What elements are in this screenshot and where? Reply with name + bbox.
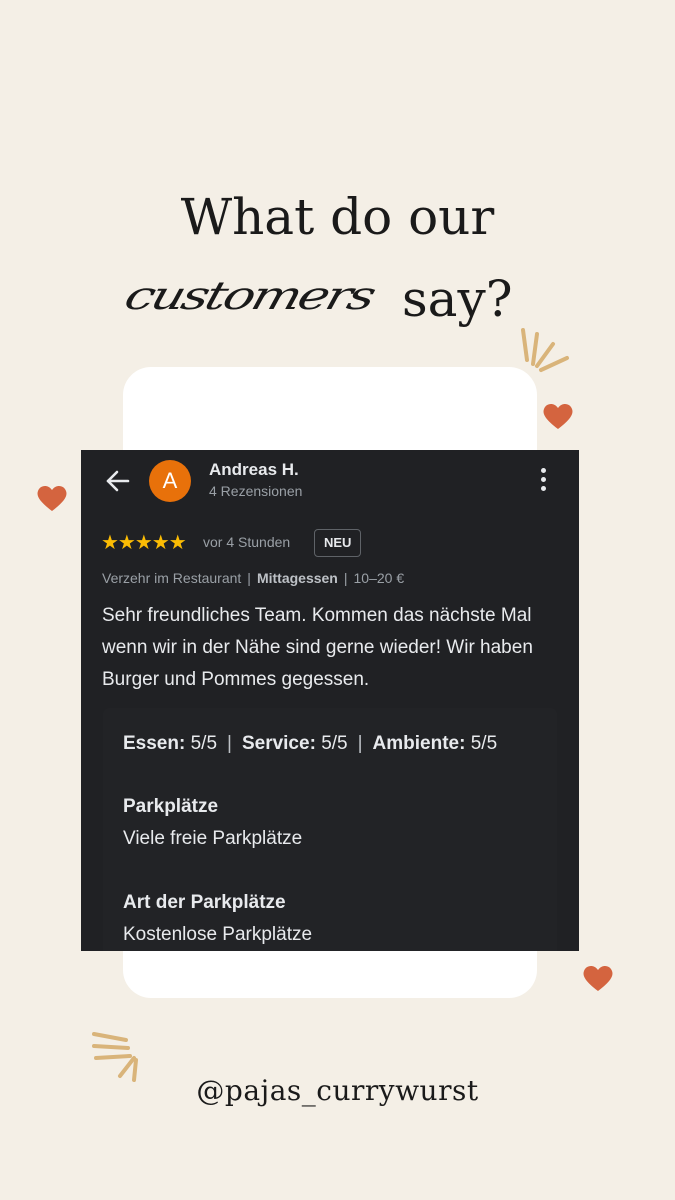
food-rating-value: 5/5 [190, 733, 218, 754]
back-arrow-icon[interactable] [105, 468, 131, 494]
price-range: 10–20 € [353, 570, 405, 586]
parking-type-value: Kostenlose Parkplätze [123, 924, 313, 945]
ambience-rating-label: Ambiente: [372, 733, 466, 754]
visit-meta: Verzehr im Restaurant | Mittagessen | 10–20 … [102, 570, 405, 586]
visit-type: Verzehr im Restaurant [102, 570, 242, 586]
avatar[interactable]: A [149, 460, 191, 502]
parking-label: Parkplätze [123, 796, 219, 817]
new-badge: NEU [314, 529, 362, 557]
review-text: Sehr freundliches Team. Kommen das nächs… [102, 605, 533, 690]
heart-icon [37, 485, 67, 511]
review-time: vor 4 Stunden [203, 534, 291, 550]
meal-type: Mittagessen [256, 570, 338, 586]
service-rating-value: 5/5 [321, 733, 348, 754]
reviewer-name[interactable]: Andreas H. [209, 460, 299, 480]
review-details: Essen: 5/5 | Service: 5/5 | Ambiente: 5/5 Pa… [103, 708, 557, 951]
food-rating-label: Essen: [123, 733, 186, 754]
parking-value: Viele freie Parkplätze [123, 828, 303, 849]
heart-icon [543, 403, 573, 429]
sub-ratings: Essen: 5/5 | Service: 5/5 | Ambiente: 5/5 [123, 733, 498, 754]
service-rating-label: Service: [241, 733, 316, 754]
sparkle-icon [521, 328, 569, 372]
parking-type-label: Art der Parkplätze [123, 892, 286, 913]
title-script-word: customers [119, 273, 379, 319]
more-vert-icon[interactable] [533, 468, 553, 494]
review-screenshot: A Andreas H. 4 Rezensionen ★★★★★ vor 4 S… [81, 450, 579, 951]
reviewer-review-count: 4 Rezensionen [209, 483, 303, 499]
ambience-rating-value: 5/5 [470, 733, 498, 754]
instagram-handle: @pajas_currywurst [196, 1074, 479, 1107]
heart-icon [583, 965, 613, 991]
title-say-word: say? [402, 270, 513, 328]
star-rating: ★★★★★ [101, 532, 187, 554]
title-line-1: What do our [180, 188, 495, 246]
